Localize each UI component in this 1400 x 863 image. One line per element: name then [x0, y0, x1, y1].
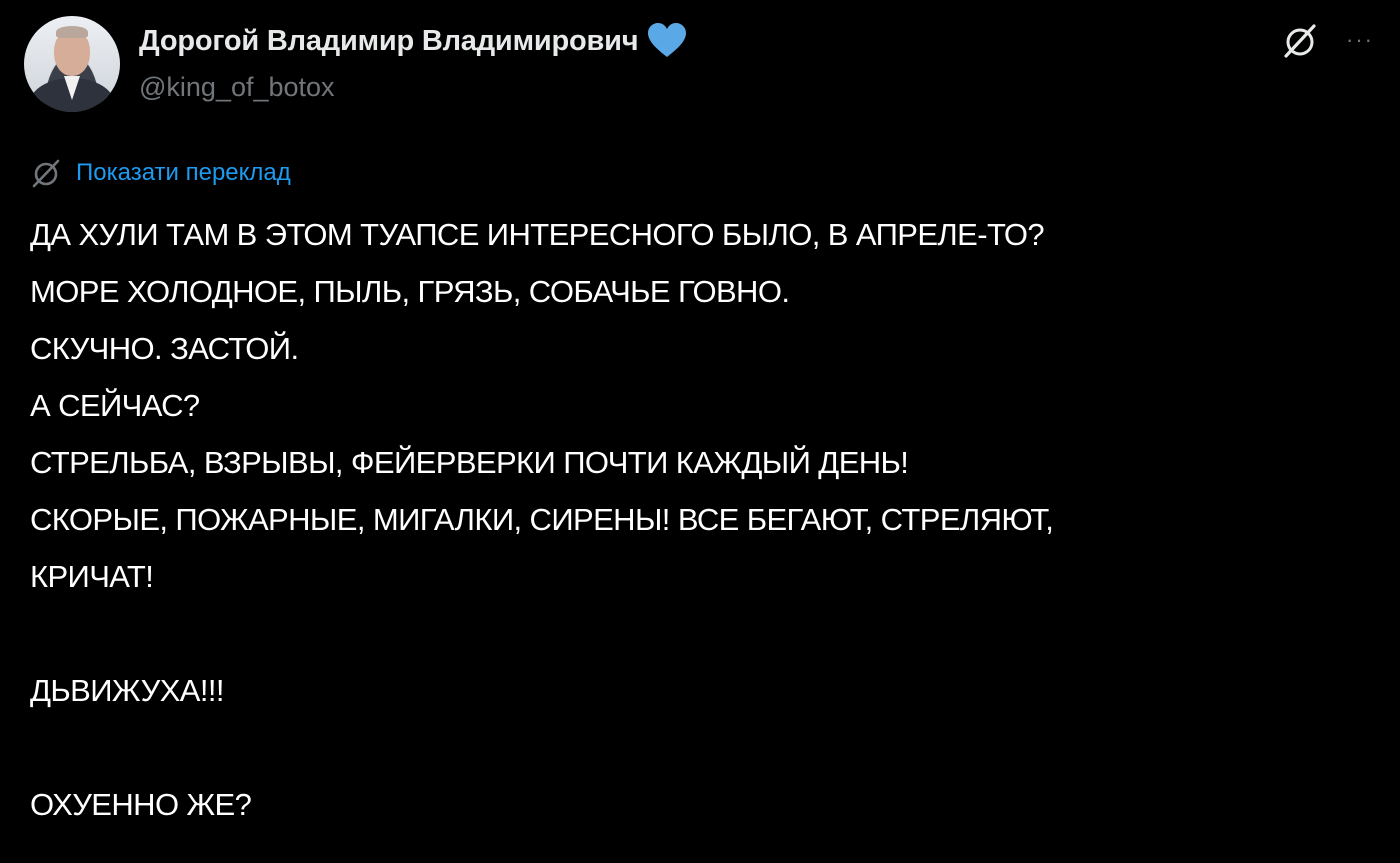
tweet-text-line: СКУЧНО. ЗАСТОЙ. [30, 331, 299, 366]
avatar-hair [56, 26, 88, 38]
tweet-text-line: МОРЕ ХОЛОДНОЕ, ПЫЛЬ, ГРЯЗЬ, СОБАЧЬЕ ГОВН… [30, 274, 790, 309]
tweet-text-line: ОХУЕННО ЖЕ? [30, 787, 252, 822]
show-translation-link[interactable]: Показати переклад [30, 157, 291, 189]
author-display-name[interactable]: Дорогой Владимир Владимирович [139, 25, 639, 58]
tweet-text-line: КРИЧАТ! [30, 559, 154, 594]
tweet-text-line: ДА ХУЛИ ТАМ В ЭТОМ ТУАПСЕ ИНТЕРЕСНОГО БЫ… [30, 217, 1045, 252]
tweet: Дорогой Владимир Владимирович @king_of_b… [0, 0, 1400, 863]
translate-icon [32, 159, 60, 188]
avatar[interactable] [24, 16, 120, 112]
tweet-text-line: СКОРЫЕ, ПОЖАРНЫЕ, МИГАЛКИ, СИРЕНЫ! ВСЕ Б… [30, 502, 1054, 537]
tweet-text: ДА ХУЛИ ТАМ В ЭТОМ ТУАПСЕ ИНТЕРЕСНОГО БЫ… [30, 206, 1370, 833]
tweet-text-line: ДЬВИЖУХА!!! [30, 673, 224, 708]
grok-icon[interactable] [1281, 22, 1319, 60]
author-handle[interactable]: @king_of_botox [139, 72, 335, 103]
author-name-row: Дорогой Владимир Владимирович [139, 22, 688, 60]
tweet-text-blank-line [30, 719, 1370, 776]
more-horizontal-icon[interactable]: ··· [1340, 20, 1380, 60]
tweet-text-line: СТРЕЛЬБА, ВЗРЫВЫ, ФЕЙЕРВЕРКИ ПОЧТИ КАЖДЫ… [30, 445, 909, 480]
show-translation-label: Показати переклад [76, 159, 291, 186]
blue-heart-icon [648, 23, 687, 57]
tweet-text-blank-line [30, 605, 1370, 662]
tweet-text-line: А СЕЙЧАС? [30, 388, 200, 423]
